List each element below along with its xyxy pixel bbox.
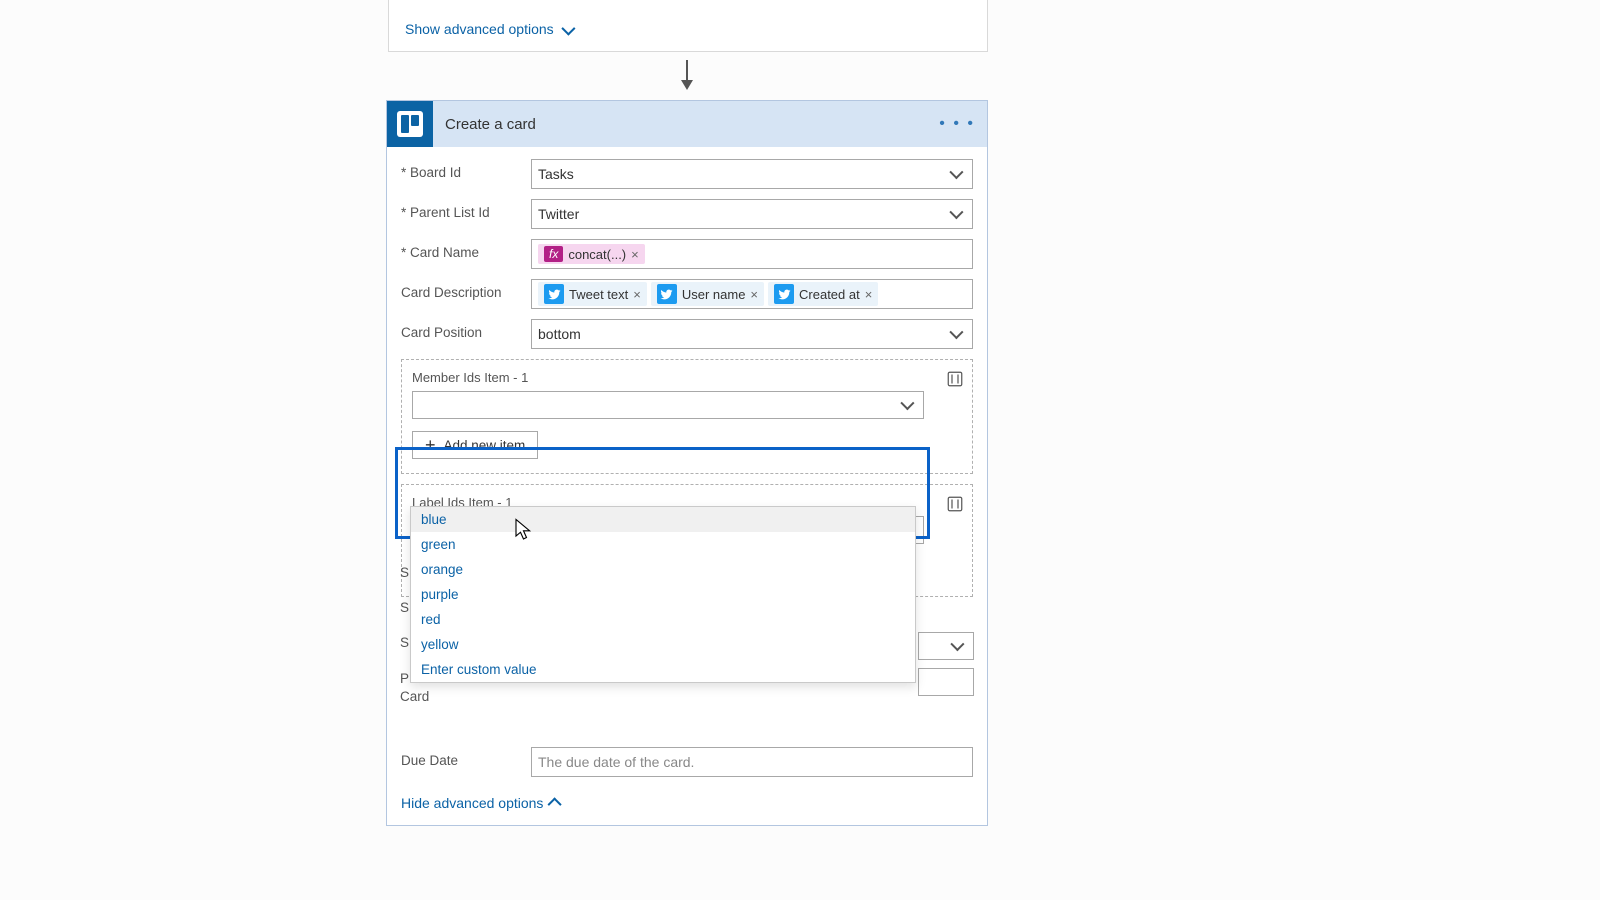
member-ids-label: Member Ids Item - 1: [412, 370, 962, 385]
show-advanced-label: Show advanced options: [405, 21, 554, 37]
create-card-action: Create a card • • • * Board Id Tasks * P…: [386, 100, 988, 826]
action-more-icon[interactable]: • • •: [939, 115, 975, 133]
hide-advanced-options-link[interactable]: Hide advanced options: [401, 795, 561, 811]
add-new-item-button[interactable]: + Add new item: [412, 431, 538, 459]
chevron-up-icon: [551, 795, 561, 811]
previous-action-card: Show advanced options: [388, 0, 988, 52]
start-label-partial: S: [400, 565, 409, 580]
chevron-down-icon: [950, 166, 964, 180]
remove-token-icon[interactable]: ×: [750, 287, 758, 302]
flow-connector-arrow: [686, 60, 688, 88]
start-label-partial: S: [400, 635, 409, 650]
remove-token-icon[interactable]: ×: [631, 247, 639, 262]
expression-token[interactable]: fx concat(...) ×: [538, 244, 645, 264]
show-advanced-options-link[interactable]: Show advanced options: [405, 21, 987, 37]
parent-list-id-select[interactable]: Twitter: [531, 199, 973, 229]
array-mode-icon[interactable]: [946, 370, 964, 388]
twitter-icon: [544, 284, 564, 304]
dropdown-option-blue[interactable]: blue: [411, 507, 915, 532]
remove-token-icon[interactable]: ×: [633, 287, 641, 302]
dynamic-token-tweet-text[interactable]: Tweet text ×: [538, 282, 647, 306]
dropdown-option-red[interactable]: red: [411, 607, 915, 632]
hidden-input-peek[interactable]: [918, 668, 974, 696]
member-ids-select[interactable]: [412, 391, 924, 419]
label-ids-dropdown-list: blue green orange purple red yellow Ente…: [410, 506, 916, 683]
member-ids-group: Member Ids Item - 1 + Add new item: [401, 359, 973, 474]
chevron-down-icon: [562, 22, 576, 36]
board-id-label: * Board Id: [401, 159, 531, 180]
card-position-label: Card Position: [401, 319, 531, 340]
board-id-select[interactable]: Tasks: [531, 159, 973, 189]
dynamic-token-user-name[interactable]: User name ×: [651, 282, 764, 306]
card-position-select[interactable]: bottom: [531, 319, 973, 349]
remove-token-icon[interactable]: ×: [865, 287, 873, 302]
hidden-select-peek[interactable]: [918, 632, 974, 660]
card-description-input[interactable]: Tweet text × User name × Created at ×: [531, 279, 973, 309]
action-title: Create a card: [445, 116, 939, 133]
card-name-label: * Card Name: [401, 239, 531, 260]
chevron-down-icon: [901, 397, 915, 411]
chevron-down-icon: [950, 326, 964, 340]
chevron-down-icon: [951, 638, 965, 652]
trello-icon: [387, 101, 433, 147]
chevron-down-icon: [950, 206, 964, 220]
dropdown-option-orange[interactable]: orange: [411, 557, 915, 582]
parent-list-id-label: * Parent List Id: [401, 199, 531, 220]
dropdown-option-yellow[interactable]: yellow: [411, 632, 915, 657]
fx-icon: fx: [544, 246, 563, 262]
dynamic-token-created-at[interactable]: Created at ×: [768, 282, 878, 306]
start-label-partial: S: [400, 600, 409, 615]
dropdown-option-green[interactable]: green: [411, 532, 915, 557]
twitter-icon: [657, 284, 677, 304]
action-header[interactable]: Create a card • • •: [387, 101, 987, 147]
dropdown-option-custom[interactable]: Enter custom value: [411, 657, 915, 682]
card-description-label: Card Description: [401, 279, 531, 300]
plus-icon: +: [425, 436, 436, 454]
twitter-icon: [774, 284, 794, 304]
card-name-input[interactable]: fx concat(...) ×: [531, 239, 973, 269]
array-mode-icon[interactable]: [946, 495, 964, 513]
due-date-input[interactable]: The due date of the card.: [531, 747, 973, 777]
dropdown-option-purple[interactable]: purple: [411, 582, 915, 607]
